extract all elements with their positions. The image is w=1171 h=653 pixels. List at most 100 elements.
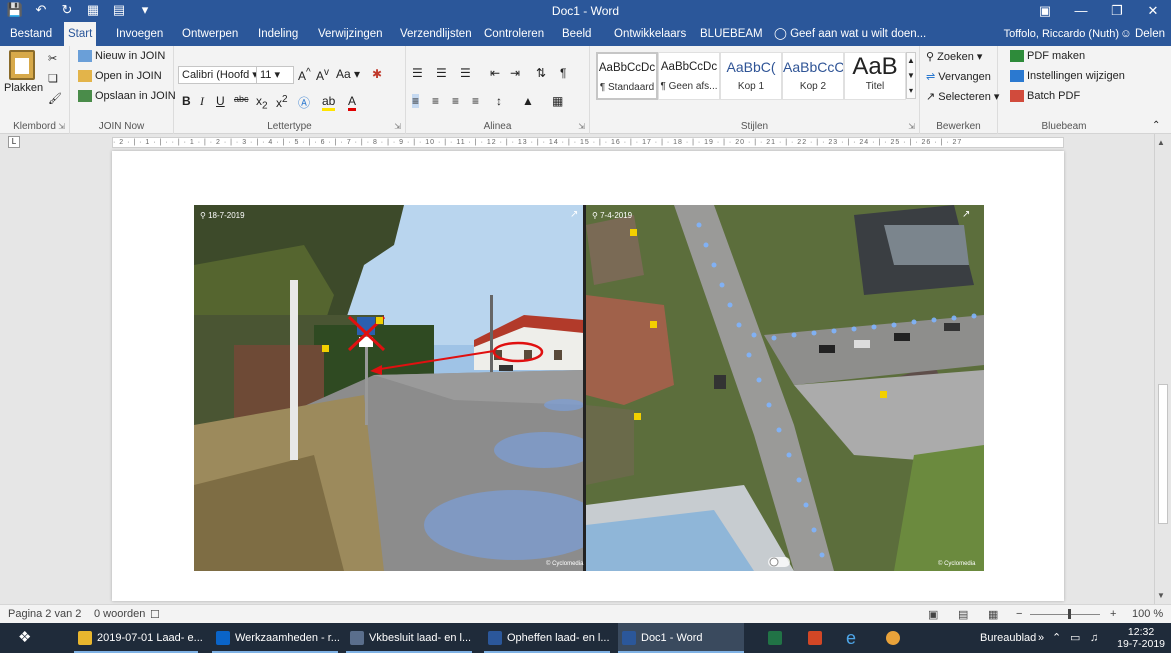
excel-icon[interactable] bbox=[764, 623, 787, 653]
bullets-icon[interactable]: ☰ bbox=[412, 66, 423, 80]
powerpoint-icon[interactable] bbox=[804, 623, 827, 653]
ribbon-display-icon[interactable]: ▣ bbox=[1027, 0, 1063, 22]
word-count[interactable]: 0 woorden bbox=[94, 608, 145, 620]
multilevel-list-icon[interactable]: ☰ bbox=[460, 66, 471, 80]
sort-icon[interactable]: ⇅ bbox=[536, 66, 546, 80]
format-painter-icon[interactable]: 🖌 bbox=[48, 92, 62, 105]
zoom-in-icon[interactable]: + bbox=[1110, 608, 1116, 620]
tab-bluebeam[interactable]: BLUEBEAM bbox=[696, 22, 767, 46]
tell-me-box[interactable]: ◯ Geef aan wat u wilt doen... bbox=[770, 22, 930, 46]
minimize-button[interactable]: — bbox=[1063, 0, 1099, 22]
open-in-join-button[interactable]: Open in JOIN bbox=[78, 70, 162, 83]
save-in-join-button[interactable]: Opslaan in JOIN bbox=[78, 90, 176, 103]
system-clock[interactable]: 12:32 19-7-2019 bbox=[1117, 626, 1165, 650]
tab-verwijzingen[interactable]: Verwijzingen bbox=[314, 22, 387, 46]
italic-icon[interactable]: I bbox=[200, 94, 204, 109]
new-in-join-button[interactable]: Nieuw in JOIN bbox=[78, 50, 165, 63]
batch-pdf-button[interactable]: Batch PDF bbox=[1010, 90, 1080, 103]
tab-controleren[interactable]: Controleren bbox=[480, 22, 548, 46]
tab-start[interactable]: Start bbox=[64, 22, 97, 46]
paste-button[interactable]: Plakken bbox=[4, 50, 43, 94]
paragraph-launcher-icon[interactable]: ⇲ bbox=[578, 122, 585, 131]
tab-verzendlijsten[interactable]: Verzendlijsten bbox=[396, 22, 476, 46]
horizontal-ruler[interactable]: · 2 · | · 1 · | · · | · 1 · | · 2 · | · … bbox=[112, 137, 1064, 148]
shrink-font-icon[interactable]: Av bbox=[316, 67, 329, 83]
volume-icon[interactable]: ♫ bbox=[1086, 623, 1098, 653]
create-pdf-button[interactable]: PDF maken bbox=[1010, 50, 1085, 63]
taskbar-item-explorer[interactable]: 2019-07-01 Laad- e... bbox=[74, 623, 203, 653]
underline-icon[interactable]: U bbox=[216, 94, 225, 108]
replace-button[interactable]: ⇌ Vervangen bbox=[926, 70, 991, 83]
style-geen-afstand[interactable]: AaBbCcDc ¶ Geen afs... bbox=[658, 52, 720, 100]
styles-launcher-icon[interactable]: ⇲ bbox=[908, 122, 915, 131]
tab-invoegen[interactable]: Invoegen bbox=[112, 22, 167, 46]
select-button[interactable]: ↗ Selecteren ▾ bbox=[926, 90, 999, 103]
font-color-icon[interactable]: A bbox=[348, 94, 357, 111]
style-standaard[interactable]: AaBbCcDc ¶ Standaard bbox=[596, 52, 658, 100]
style-titel[interactable]: AaB Titel bbox=[844, 52, 906, 100]
change-settings-button[interactable]: Instellingen wijzigen bbox=[1010, 70, 1125, 83]
borders-icon[interactable]: ▦ bbox=[552, 94, 563, 108]
print-layout-icon[interactable]: ▤ bbox=[958, 608, 968, 621]
tab-indeling[interactable]: Indeling bbox=[254, 22, 302, 46]
more-toolbar-icon[interactable]: » bbox=[1034, 623, 1044, 653]
system-tray-chevron-icon[interactable]: ⌃ bbox=[1048, 623, 1061, 653]
subscript-icon[interactable]: x2 bbox=[256, 94, 268, 111]
scroll-up-icon[interactable]: ▲ bbox=[1157, 138, 1165, 147]
read-mode-icon[interactable]: ▣ bbox=[928, 608, 938, 621]
tab-ontwikkelaars[interactable]: Ontwikkelaars bbox=[610, 22, 690, 46]
taskbar-item-doc1[interactable]: Doc1 - Word bbox=[618, 623, 744, 653]
tab-stop-selector[interactable]: L bbox=[8, 136, 20, 148]
zoom-slider[interactable] bbox=[1030, 614, 1100, 615]
user-name[interactable]: Toffolo, Riccardo (Nuth) bbox=[1004, 22, 1119, 46]
proofing-icon[interactable]: ☐ bbox=[150, 608, 160, 621]
share-button[interactable]: ☺ Delen bbox=[1120, 22, 1165, 46]
scroll-down-icon[interactable]: ▼ bbox=[1157, 591, 1165, 600]
style-kop-2[interactable]: AaBbCcC Kop 2 bbox=[782, 52, 844, 100]
inserted-image[interactable]: ⚲ 18-7-2019 ⚲ 7-4-2019 ↗ ↗ © Cyclomedia … bbox=[194, 205, 984, 571]
find-button[interactable]: ⚲ Zoeken ▾ bbox=[926, 50, 982, 63]
cut-icon[interactable]: ✂ bbox=[48, 52, 57, 65]
tab-beeld[interactable]: Beeld bbox=[558, 22, 595, 46]
styles-gallery-scroll[interactable]: ▲ ▼ ▾ bbox=[906, 52, 916, 99]
taskbar-item-outlook[interactable]: Werkzaamheden - r... bbox=[212, 623, 340, 653]
shading-icon[interactable]: ▲ bbox=[522, 94, 534, 108]
align-center-icon[interactable]: ≡ bbox=[432, 94, 439, 108]
network-icon[interactable]: ▭ bbox=[1066, 623, 1080, 653]
numbering-icon[interactable]: ☰ bbox=[436, 66, 447, 80]
clear-formatting-icon[interactable]: ✱ bbox=[372, 67, 382, 81]
copy-icon[interactable]: ❏ bbox=[48, 72, 58, 85]
chrome-icon[interactable] bbox=[882, 623, 905, 653]
scroll-thumb[interactable] bbox=[1158, 384, 1168, 524]
line-spacing-icon[interactable]: ↕ bbox=[496, 94, 502, 108]
superscript-icon[interactable]: x2 bbox=[276, 94, 288, 110]
zoom-level[interactable]: 100 % bbox=[1132, 608, 1163, 620]
show-formatting-icon[interactable]: ¶ bbox=[560, 66, 566, 80]
close-button[interactable]: ✕ bbox=[1135, 0, 1171, 22]
collapse-ribbon-icon[interactable]: ⌃ bbox=[1152, 120, 1160, 131]
align-right-icon[interactable]: ≡ bbox=[452, 94, 459, 108]
vertical-scrollbar[interactable]: ▲ ▼ bbox=[1154, 134, 1171, 604]
tab-ontwerpen[interactable]: Ontwerpen bbox=[178, 22, 242, 46]
zoom-slider-thumb[interactable] bbox=[1068, 609, 1071, 619]
change-case-button[interactable]: Aa ▾ bbox=[336, 67, 360, 81]
restore-button[interactable]: ❐ bbox=[1099, 0, 1135, 22]
desktop-toolbar[interactable]: Bureaublad bbox=[976, 623, 1036, 653]
taskbar-item-opheffen[interactable]: Opheffen laad- en l... bbox=[484, 623, 610, 653]
start-windows-icon[interactable]: ❖ bbox=[14, 623, 31, 653]
zoom-out-icon[interactable]: − bbox=[1016, 608, 1022, 620]
web-layout-icon[interactable]: ▦ bbox=[988, 608, 998, 621]
page-count[interactable]: Pagina 2 van 2 bbox=[8, 608, 81, 620]
decrease-indent-icon[interactable]: ⇤ bbox=[490, 66, 500, 80]
font-launcher-icon[interactable]: ⇲ bbox=[394, 122, 401, 131]
align-left-icon[interactable]: ≡ bbox=[412, 94, 420, 108]
document-page[interactable]: ⚲ 18-7-2019 ⚲ 7-4-2019 ↗ ↗ © Cyclomedia … bbox=[112, 151, 1064, 601]
taskbar-item-vkbesluit[interactable]: Vkbesluit laad- en l... bbox=[346, 623, 472, 653]
tab-bestand[interactable]: Bestand bbox=[6, 22, 56, 46]
text-effects-icon[interactable]: Ⓐ bbox=[298, 94, 310, 111]
bold-icon[interactable]: B bbox=[182, 94, 191, 108]
justify-icon[interactable]: ≡ bbox=[472, 94, 479, 108]
grow-font-icon[interactable]: A^ bbox=[298, 67, 311, 83]
internet-explorer-icon[interactable]: e bbox=[842, 623, 856, 653]
font-size-select[interactable]: 11 ▾ bbox=[256, 66, 294, 84]
